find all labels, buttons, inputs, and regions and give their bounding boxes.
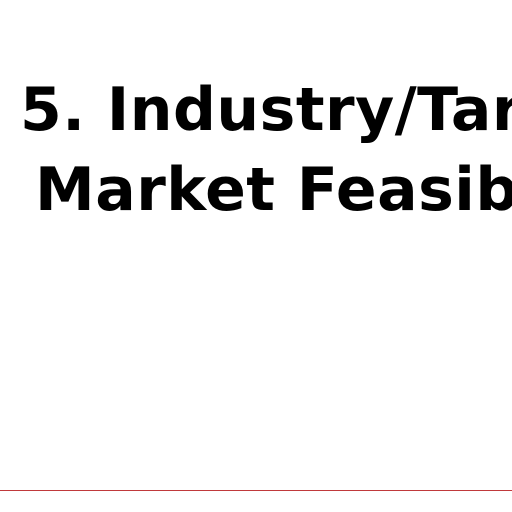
slide-title-line-2: Market Feasibi	[35, 155, 512, 225]
footer-divider	[0, 490, 512, 491]
slide-title: 5. Industry/Tar Market Feasibi	[20, 70, 512, 230]
slide-title-line-1: 5. Industry/Tar	[20, 75, 512, 145]
slide: 5. Industry/Tar Market Feasibi	[0, 0, 512, 512]
